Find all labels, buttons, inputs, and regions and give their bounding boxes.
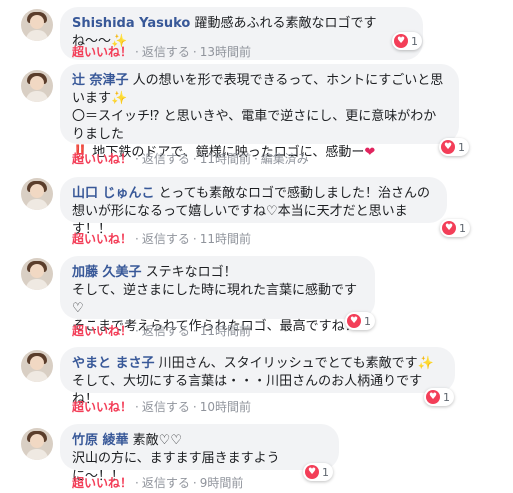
- heart-emoji: ❤: [364, 145, 376, 160]
- reaction-count[interactable]: ♥ 1: [424, 388, 454, 406]
- timestamp[interactable]: 11時間前: [200, 152, 251, 166]
- like-button[interactable]: 超いいね！: [72, 45, 132, 59]
- reaction-count[interactable]: ♥ 1: [440, 219, 470, 237]
- comment-bubble: 山口 じゅんこ とっても素敵なロゴで感動しました！治さんの想いが形になるって嬉し…: [60, 177, 447, 237]
- avatar[interactable]: [21, 70, 53, 102]
- comment-text: 〇＝スイッチ⁉ と思いきや、電車で逆さにし、更に意味がわかりました: [72, 109, 437, 142]
- commenter-name[interactable]: 竹原 綾華: [72, 433, 129, 448]
- reaction-count[interactable]: ♥ 1: [439, 138, 469, 156]
- timestamp[interactable]: 11時間前: [200, 324, 251, 338]
- avatar[interactable]: [21, 428, 53, 460]
- sparkles-emoji: ✨: [417, 356, 434, 371]
- comment-bubble: やまと まさ子 川田さん、スタイリッシュでとても素敵です✨ そして、大切にする言…: [60, 347, 455, 407]
- like-button[interactable]: 超いいね！: [72, 400, 132, 414]
- commenter-name[interactable]: 山口 じゅんこ: [72, 186, 155, 201]
- heart-icon: ♥: [305, 465, 319, 479]
- reaction-count[interactable]: ♥ 1: [303, 463, 333, 481]
- avatar[interactable]: [21, 178, 53, 210]
- commenter-name[interactable]: 加藤 久美子: [72, 265, 142, 280]
- comment-actions: 超いいね！ · 返信する · 11時間前: [72, 232, 251, 246]
- comment-actions: 超いいね！ · 返信する · 10時間前: [72, 400, 251, 414]
- like-button[interactable]: 超いいね！: [72, 152, 132, 166]
- reply-button[interactable]: 返信する: [142, 152, 190, 166]
- comment-bubble: 竹原 綾華 素敵♡♡ 沢山の方に、ますます届きますように〜！！: [60, 424, 339, 484]
- like-button[interactable]: 超いいね！: [72, 476, 132, 490]
- heart-icon: ♥: [426, 390, 440, 404]
- comment-actions: 超いいね！ · 返信する · 13時間前: [72, 45, 251, 59]
- comment-text: 人の想いを形で表現できるって、ホントにすごいと思います: [72, 73, 444, 106]
- avatar[interactable]: [21, 9, 53, 41]
- edited-label[interactable]: 編集済み: [261, 152, 309, 166]
- timestamp[interactable]: 10時間前: [200, 400, 251, 414]
- like-button[interactable]: 超いいね！: [72, 232, 132, 246]
- reply-button[interactable]: 返信する: [142, 324, 190, 338]
- reply-button[interactable]: 返信する: [142, 400, 190, 414]
- heart-icon: ♥: [394, 34, 408, 48]
- comment-actions: 超いいね！ · 返信する · 9時間前: [72, 476, 244, 490]
- timestamp[interactable]: 11時間前: [200, 232, 251, 246]
- like-button[interactable]: 超いいね！: [72, 324, 132, 338]
- avatar[interactable]: [21, 350, 53, 382]
- commenter-name[interactable]: やまと まさ子: [72, 356, 155, 371]
- comment-text: 川田さん、スタイリッシュでとても素敵です: [154, 356, 418, 371]
- reply-button[interactable]: 返信する: [142, 232, 190, 246]
- commenter-name[interactable]: Shishida Yasuko: [72, 16, 190, 31]
- heart-icon: ♥: [441, 140, 455, 154]
- reaction-count[interactable]: ♥ 1: [392, 32, 422, 50]
- heart-icon: ♥: [442, 221, 456, 235]
- timestamp[interactable]: 9時間前: [200, 476, 244, 490]
- reply-button[interactable]: 返信する: [142, 476, 190, 490]
- comment-actions: 超いいね！ · 返信する · 11時間前 · 編集済み: [72, 152, 309, 166]
- sparkles-emoji: ✨: [111, 91, 128, 106]
- comment-actions: 超いいね！ · 返信する · 11時間前: [72, 324, 251, 338]
- heart-icon: ♥: [347, 314, 361, 328]
- timestamp[interactable]: 13時間前: [200, 45, 251, 59]
- reaction-count[interactable]: ♥ 1: [345, 312, 375, 330]
- commenter-name[interactable]: 辻 奈津子: [72, 73, 129, 88]
- comment-bubble: 加藤 久美子 ステキなロゴ！ そして、逆さまにした時に現れた言葉に感動です♡ そ…: [60, 256, 375, 334]
- comment-bubble: 辻 奈津子 人の想いを形で表現できるって、ホントにすごいと思います✨ 〇＝スイッ…: [60, 64, 459, 160]
- reply-button[interactable]: 返信する: [142, 45, 190, 59]
- avatar[interactable]: [21, 258, 53, 290]
